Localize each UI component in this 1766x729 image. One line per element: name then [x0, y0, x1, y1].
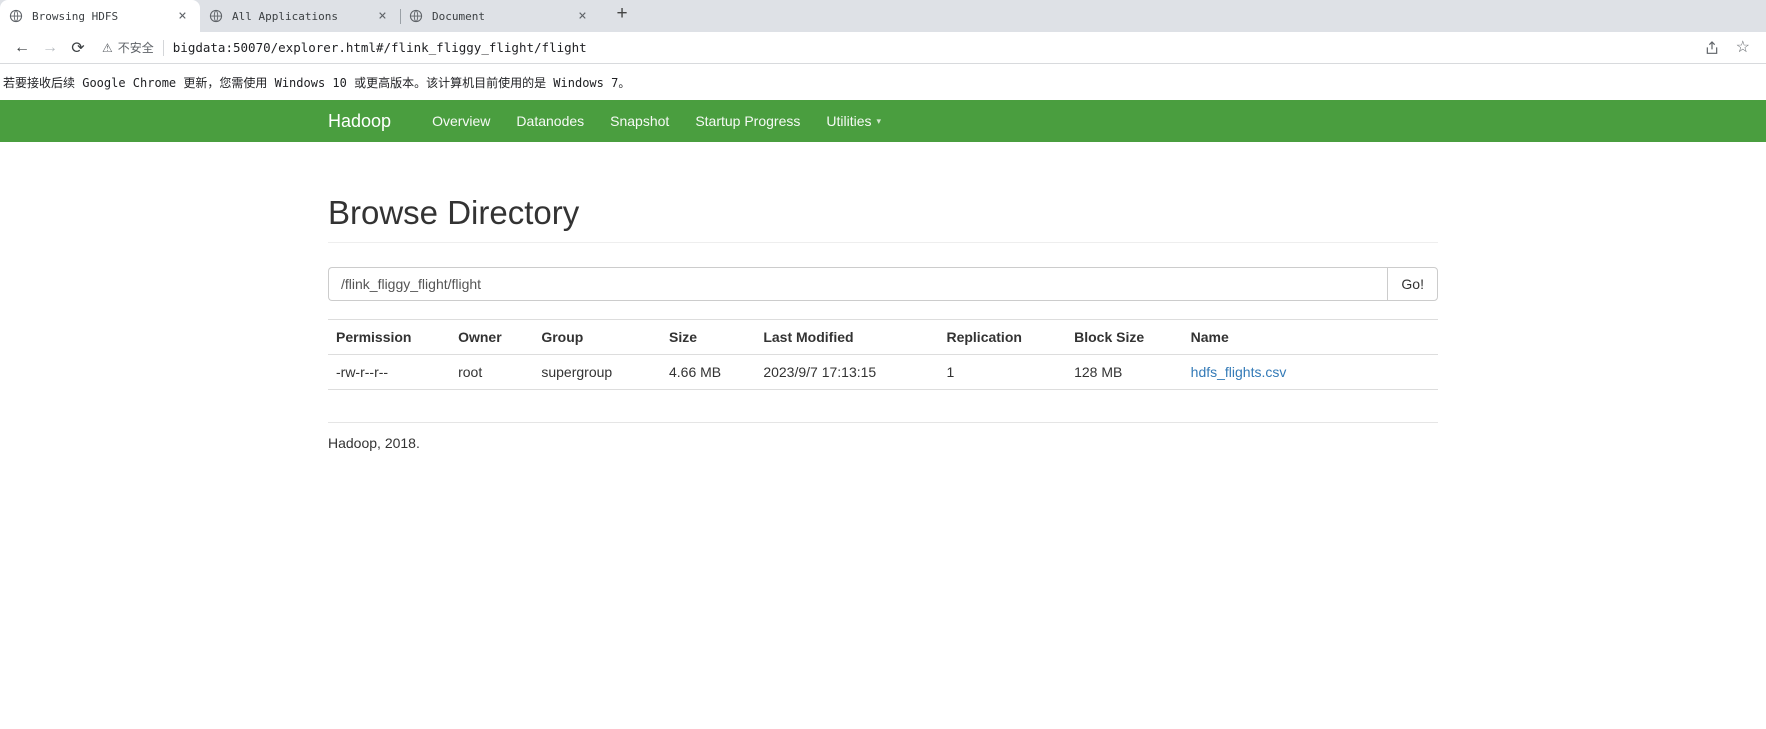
header-group: Group	[533, 319, 661, 355]
chevron-down-icon: ▾	[876, 115, 882, 126]
browser-toolbar: ← → ⟳ ⚠ 不安全 bigdata:50070/explorer.html#…	[0, 32, 1766, 64]
url-text[interactable]: bigdata:50070/explorer.html#/flink_fligg…	[173, 40, 587, 55]
cell-block-size: 128 MB	[1066, 354, 1183, 390]
nav-utilities-label: Utilities	[826, 113, 872, 129]
infobar: 若要接收后续 Google Chrome 更新，您需使用 Windows 10 …	[0, 64, 1766, 100]
cell-permission: -rw-r--r--	[328, 354, 451, 390]
hadoop-brand[interactable]: Hadoop	[328, 111, 391, 132]
page-title: Browse Directory	[328, 194, 580, 231]
share-icon[interactable]	[1704, 40, 1720, 56]
directory-path-input[interactable]	[328, 267, 1388, 301]
main-content: Browse Directory Go! Permission Owner Gr…	[313, 194, 1453, 491]
toolbar-actions: ☆	[1704, 39, 1750, 56]
header-replication: Replication	[938, 319, 1067, 355]
tab-browsing-hdfs[interactable]: Browsing HDFS ×	[0, 0, 200, 32]
cell-group: supergroup	[533, 354, 661, 390]
close-icon[interactable]: ×	[374, 8, 391, 25]
tab-title: Document	[432, 9, 485, 23]
header-block-size: Block Size	[1066, 319, 1183, 355]
header-last-modified: Last Modified	[755, 319, 939, 355]
header-size: Size	[660, 319, 756, 355]
nav-startup-progress[interactable]: Startup Progress	[682, 113, 813, 129]
cell-replication: 1	[938, 354, 1067, 390]
table-row: -rw-r--r-- root supergroup 4.66 MB 2023/…	[328, 354, 1438, 390]
reload-icon[interactable]: ⟳	[64, 34, 92, 62]
cell-size: 4.66 MB	[660, 354, 756, 390]
footer-divider	[328, 422, 1438, 423]
tab-title: Browsing HDFS	[32, 9, 119, 23]
forward-icon[interactable]: →	[36, 34, 64, 62]
navbar-inner: Hadoop Overview Datanodes Snapshot Start…	[313, 100, 1453, 142]
cell-name: hdfs_flights.csv	[1182, 354, 1438, 390]
nav-overview[interactable]: Overview	[419, 113, 503, 129]
tab-title: All Applications	[232, 9, 338, 23]
cell-owner: root	[450, 354, 534, 390]
globe-icon	[409, 9, 424, 24]
nav-snapshot[interactable]: Snapshot	[597, 113, 682, 129]
security-chip[interactable]: ⚠ 不安全	[102, 39, 154, 56]
title-divider	[328, 242, 1438, 243]
file-listing-table: Permission Owner Group Size Last Modifie…	[328, 319, 1438, 390]
tab-all-applications[interactable]: All Applications ×	[200, 0, 400, 32]
footer-text: Hadoop, 2018.	[328, 435, 420, 451]
bookmark-star-icon[interactable]: ☆	[1736, 39, 1750, 56]
security-label: 不安全	[117, 41, 154, 55]
tab-strip: Browsing HDFS × All Applications × Docum…	[0, 0, 1766, 32]
new-tab-button[interactable]: +	[608, 1, 636, 29]
divider	[162, 39, 164, 56]
header-permission: Permission	[328, 319, 451, 355]
header-owner: Owner	[450, 319, 534, 355]
browser-window: Browsing HDFS × All Applications × Docum…	[0, 0, 1766, 100]
close-icon[interactable]: ×	[174, 8, 191, 25]
go-button[interactable]: Go!	[1387, 267, 1438, 301]
infobar-message: 若要接收后续 Google Chrome 更新，您需使用 Windows 10 …	[3, 75, 631, 90]
address-bar[interactable]: ⚠ 不安全 bigdata:50070/explorer.html#/flink…	[92, 34, 1704, 62]
nav-datanodes[interactable]: Datanodes	[503, 113, 597, 129]
hadoop-navbar: Hadoop Overview Datanodes Snapshot Start…	[0, 100, 1766, 142]
nav-utilities[interactable]: Utilities ▾	[813, 113, 894, 129]
table-body: -rw-r--r-- root supergroup 4.66 MB 2023/…	[328, 354, 1438, 390]
cell-last-modified: 2023/9/7 17:13:15	[755, 354, 939, 390]
table-header-row: Permission Owner Group Size Last Modifie…	[328, 319, 1438, 355]
globe-icon	[209, 9, 224, 24]
file-link[interactable]: hdfs_flights.csv	[1191, 364, 1287, 380]
header-name: Name	[1182, 319, 1438, 355]
path-input-group: Go!	[328, 267, 1438, 301]
table-header: Permission Owner Group Size Last Modifie…	[328, 319, 1438, 355]
warning-icon: ⚠	[102, 40, 113, 55]
close-icon[interactable]: ×	[574, 8, 591, 25]
globe-icon	[9, 9, 24, 24]
back-icon[interactable]: ←	[8, 34, 36, 62]
tab-document[interactable]: Document ×	[400, 0, 600, 32]
